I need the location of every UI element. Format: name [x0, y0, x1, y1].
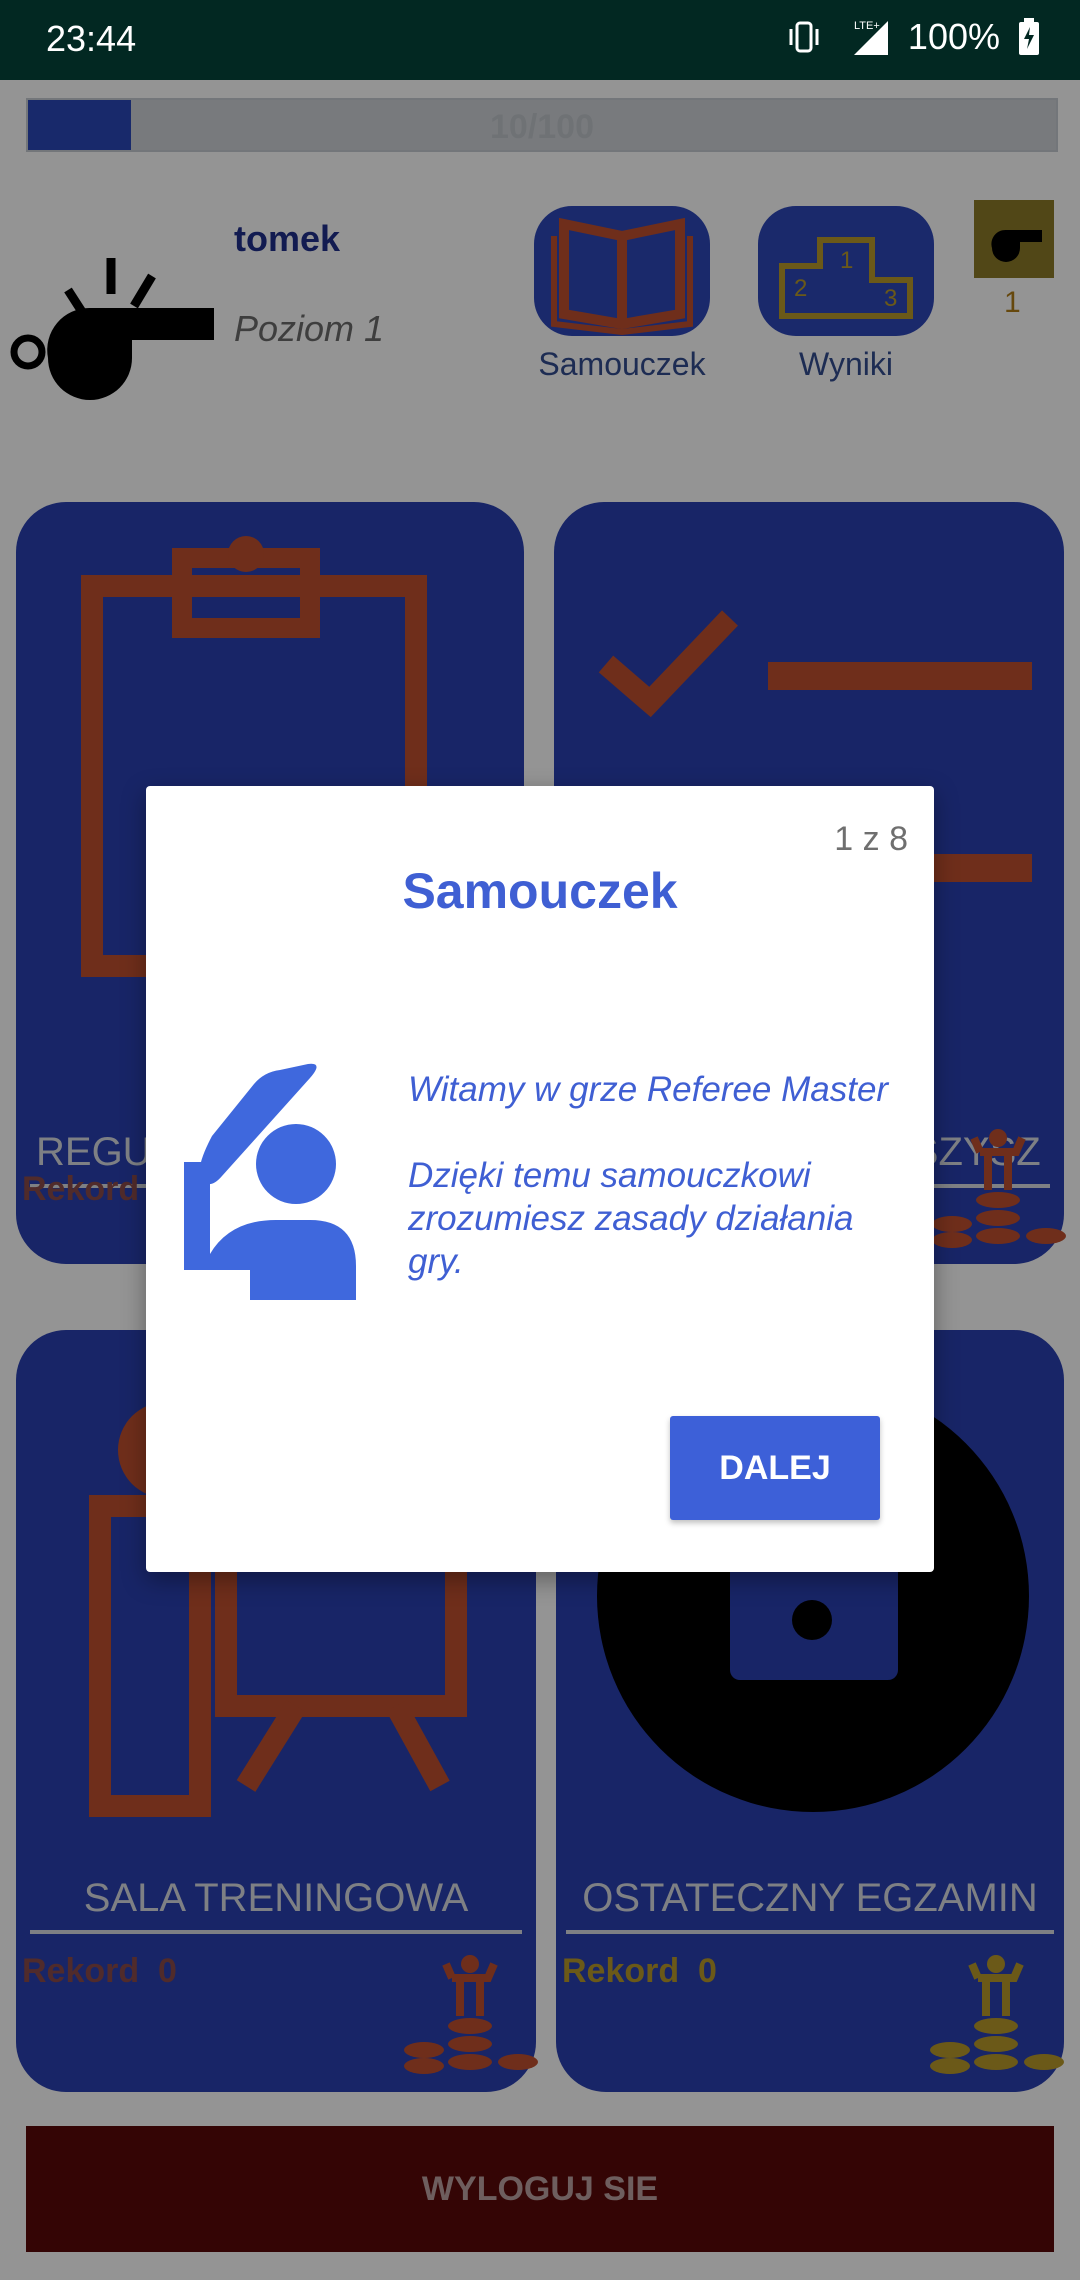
tutorial-step-counter: 1 z 8: [834, 820, 908, 858]
battery-percent: 100%: [907, 16, 1000, 57]
status-icons: LTE+ 100%: [786, 16, 1040, 58]
tutorial-dialog: 1 z 8 Samouczek Witamy w grze Referee Ma…: [146, 786, 934, 1572]
status-bar: 23:44 LTE+ 100%: [0, 0, 1080, 80]
signal-icon: LTE+: [853, 20, 888, 55]
dialog-message: Witamy w grze Referee Master Dzięki temu…: [408, 1068, 908, 1326]
dialog-message-line-2: Dzięki temu samouczkowi zrozumiesz zasad…: [408, 1156, 854, 1281]
status-time: 23:44: [46, 18, 137, 59]
svg-text:LTE+: LTE+: [854, 20, 880, 32]
dialog-title: Samouczek: [402, 863, 678, 919]
referee-icon: [184, 1063, 356, 1300]
next-button[interactable]: DALEJ: [670, 1416, 880, 1520]
vibrate-icon: [789, 21, 819, 53]
battery-charging-icon: [1019, 18, 1039, 55]
dialog-message-line-1: Witamy w grze Referee Master: [408, 1070, 889, 1109]
